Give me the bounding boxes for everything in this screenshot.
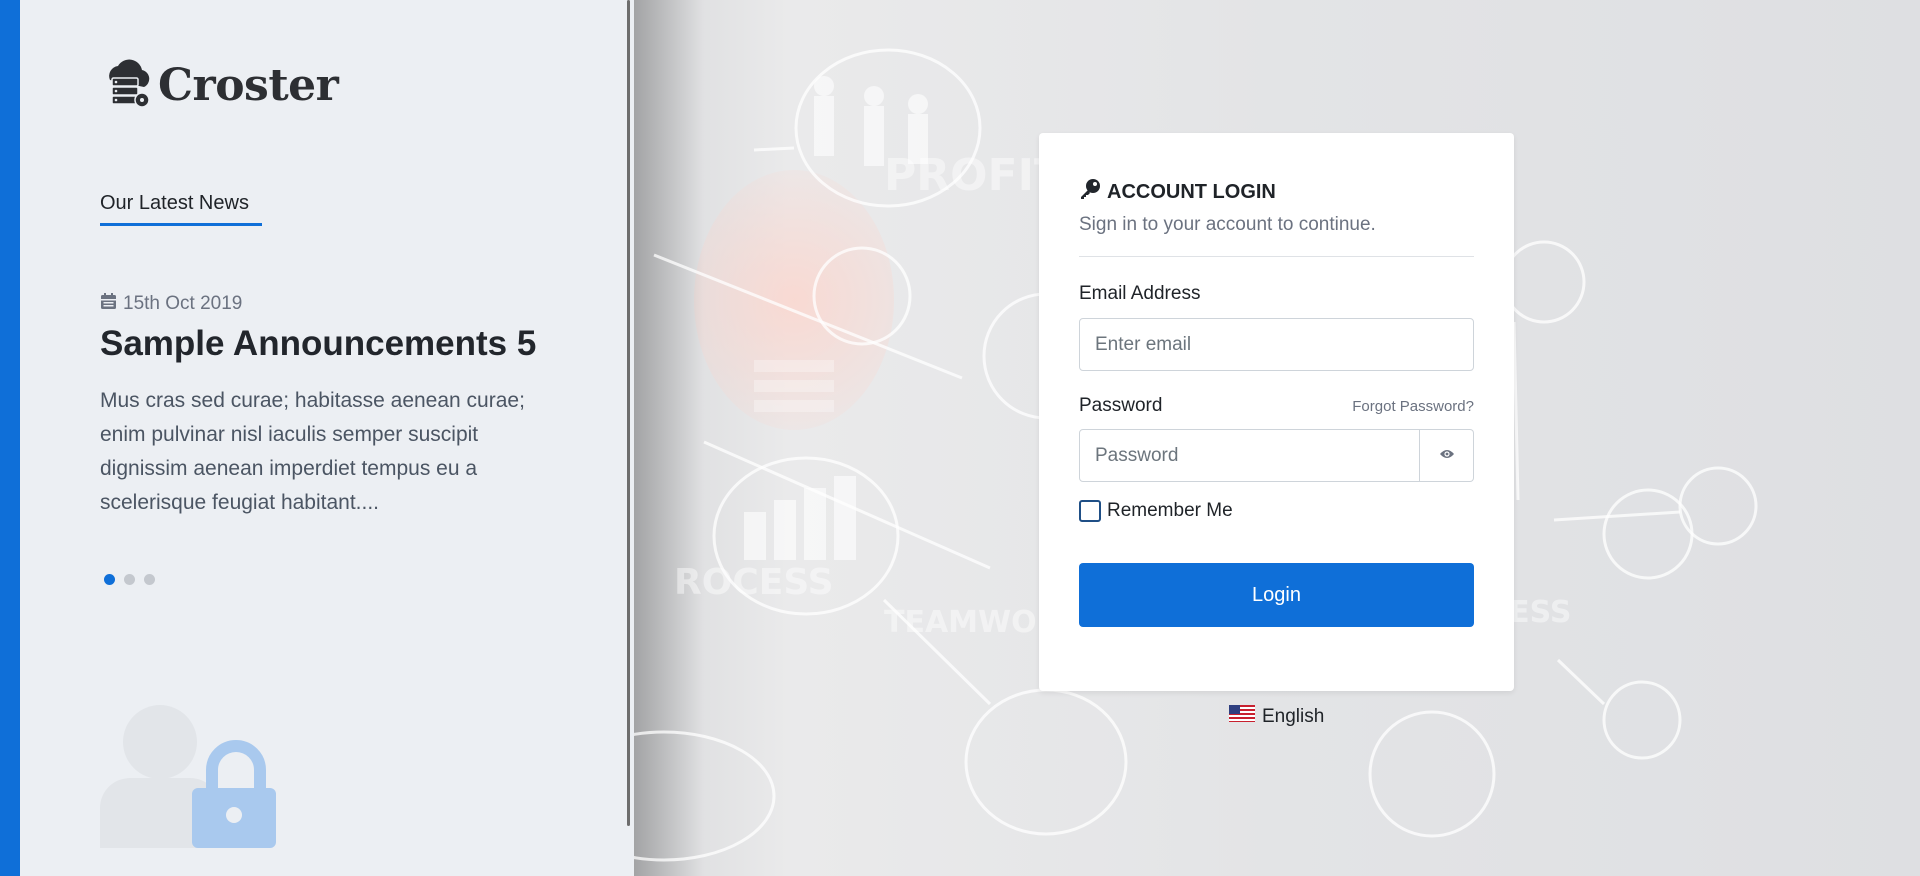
login-title: ACCOUNT LOGIN (1079, 178, 1474, 206)
news-section-heading: Our Latest News (100, 192, 262, 226)
us-flag-icon (1229, 705, 1255, 728)
language-selector[interactable]: English (1229, 705, 1324, 728)
left-accent-bar (0, 0, 20, 876)
language-label: English (1262, 705, 1325, 727)
news-panel-scrollbar[interactable] (627, 0, 630, 826)
carousel-dots (104, 574, 155, 585)
email-label: Email Address (1079, 283, 1201, 304)
svg-text:PROFIT: PROFIT (884, 150, 1064, 201)
remember-me[interactable]: Remember Me (1079, 500, 1474, 522)
login-card: ACCOUNT LOGIN Sign in to your account to… (1039, 133, 1514, 691)
password-input-group (1079, 429, 1474, 482)
svg-text:ROCESS: ROCESS (674, 562, 834, 603)
remember-me-label: Remember Me (1107, 500, 1233, 521)
news-body: Mus cras sed curae; habitasse aenean cur… (100, 389, 525, 514)
carousel-dot-1[interactable] (104, 574, 115, 585)
brand-name: Croster (158, 60, 339, 111)
password-label-row: Password Forgot Password? (1079, 395, 1474, 417)
eye-icon (1439, 447, 1455, 465)
login-divider (1079, 256, 1474, 257)
carousel-dot-3[interactable] (144, 574, 155, 585)
news-date: 15th Oct 2019 (100, 292, 242, 316)
user-lock-illustration (100, 704, 276, 853)
carousel-dot-2[interactable] (124, 574, 135, 585)
toggle-password-button[interactable] (1420, 429, 1474, 482)
login-subtitle: Sign in to your account to continue. (1079, 214, 1376, 235)
calendar-icon (100, 292, 117, 316)
email-field[interactable] (1079, 318, 1474, 371)
cloud-server-icon (100, 58, 154, 113)
password-field[interactable] (1079, 429, 1420, 482)
key-icon (1079, 178, 1101, 206)
news-date-text: 15th Oct 2019 (123, 293, 243, 314)
news-title[interactable]: Sample Announcements 5 (100, 324, 536, 364)
login-button[interactable]: Login (1079, 563, 1474, 627)
login-title-text: ACCOUNT LOGIN (1107, 180, 1276, 203)
remember-me-checkbox[interactable] (1079, 500, 1101, 522)
brand-logo[interactable]: Croster (100, 58, 339, 113)
forgot-password-link[interactable]: Forgot Password? (1352, 398, 1474, 415)
password-label: Password (1079, 395, 1163, 416)
